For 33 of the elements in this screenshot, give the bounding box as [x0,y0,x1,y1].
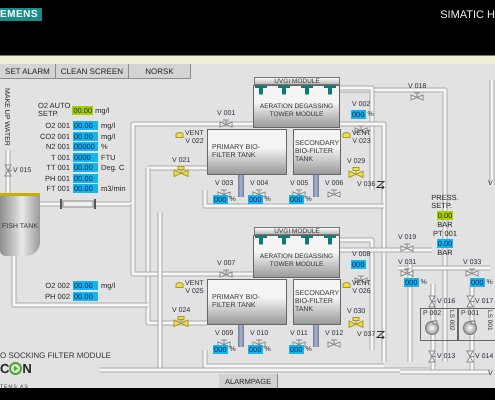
pump-icon[interactable] [424,320,440,336]
outlet-pipe [313,175,319,197]
control-valve-icon[interactable] [348,167,364,178]
play-circle-icon [9,362,22,375]
check-valve-icon [376,330,386,339]
toolbar-button[interactable]: CLEAN SCREEN [56,64,130,79]
toolbar-button[interactable]: SET ALARM [0,64,56,79]
valve-icon[interactable] [217,189,232,198]
vent-valve-icon[interactable] [342,130,351,138]
outlet-pipe [313,325,319,347]
logo-text: C [0,362,10,375]
control-valve-icon[interactable] [173,316,190,327]
valve-icon[interactable] [252,189,266,198]
vent-valve-icon[interactable] [175,130,184,138]
product-title: SIMATIC H [440,9,495,21]
module-label: O SOCKING FILTER MODULE [0,351,111,360]
valve-icon[interactable] [217,339,232,348]
check-valve-icon [376,180,386,189]
outlet-pipe [238,175,244,197]
outlet-pipe [238,325,244,347]
pump-icon[interactable] [462,320,478,336]
vent-valve-icon[interactable] [342,280,351,288]
control-valve-icon[interactable] [173,166,190,177]
vent-valve-icon[interactable] [175,280,184,288]
pipe [6,150,10,193]
brand-logo: EMENS [0,8,42,21]
valve-icon[interactable] [292,339,306,348]
toolbar-button[interactable]: NORSK [129,64,192,79]
valve-icon[interactable] [252,339,266,348]
control-valve-icon[interactable] [348,317,364,328]
flow-meter-icon [60,199,96,209]
logo-text: N [22,362,32,375]
valve-icon[interactable] [292,189,306,198]
